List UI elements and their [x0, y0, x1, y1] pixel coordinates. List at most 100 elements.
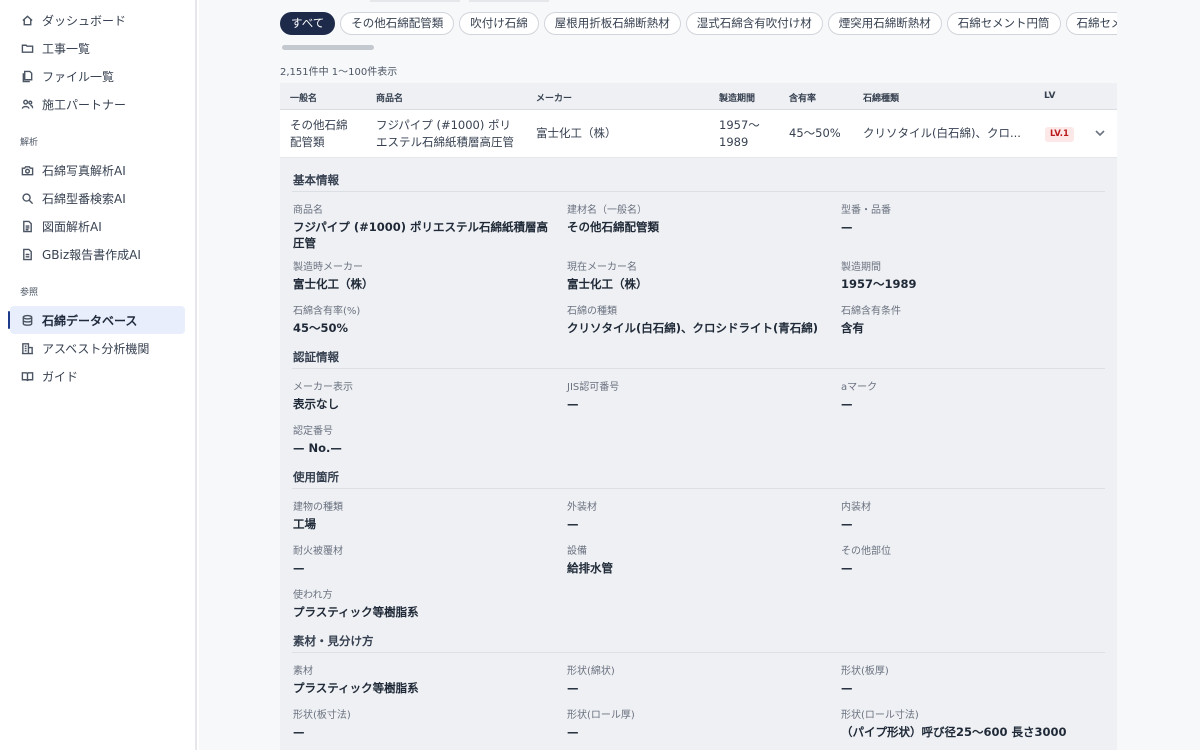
detail-grid-material: 素材 プラスティック等樹脂系 形状(綿状) — 形状(板厚) — 形状(板寸法) — 形状(ロー… — [292, 665, 1105, 750]
col-general-name: 一般名 — [290, 94, 318, 104]
filter-chip[interactable]: 石綿セメ — [1065, 12, 1117, 35]
detail-grid-usage: 建物の種類 工場 外装材 — 内装材 — 耐火被覆材 — 設備 給排水管 その他部位 — 使われ方 プラス… — [292, 501, 1105, 633]
field-label: 形状(板寸法) — [293, 710, 351, 721]
filter-chip[interactable]: 煙突用石綿断熱材 — [827, 12, 942, 35]
filter-chip[interactable]: すべて — [280, 12, 336, 35]
field-value: — — [567, 681, 579, 695]
field-label: 認定番号 — [293, 426, 333, 437]
folder-icon — [20, 41, 34, 55]
sidebar-item-book[interactable]: ガイド — [10, 362, 185, 390]
col-content: 含有率 — [789, 94, 817, 104]
section-title-material: 素材・見分け方 — [292, 633, 1105, 653]
field-label: 建材名（一般名） — [567, 205, 647, 216]
field-label: 製造期間 — [841, 262, 881, 273]
field-label: 外装材 — [567, 502, 597, 513]
field-label: メーカー表示 — [293, 382, 353, 393]
field-value: フジパイプ (#1000) ポリエステル石綿紙積層高圧管 — [293, 220, 548, 250]
lv-badge: LV.1 — [1045, 127, 1074, 142]
detail-field: 形状(綿状) — — [566, 665, 840, 699]
field-label: その他部位 — [841, 546, 891, 557]
field-label: 耐火被覆材 — [293, 546, 343, 557]
filter-chip[interactable]: その他石綿配管類 — [340, 12, 455, 35]
field-label: 建物の種類 — [293, 502, 343, 513]
field-value: 含有 — [841, 321, 864, 335]
sidebar-item-home[interactable]: ダッシュボード — [10, 6, 185, 34]
document-icon — [20, 219, 34, 233]
report-icon — [20, 247, 34, 261]
field-value: — — [841, 681, 853, 695]
top-divider — [370, 0, 460, 2]
sidebar-item-label: アスベスト分析機関 — [42, 341, 150, 356]
field-value: （パイプ形状）呼び径25〜600 長さ3000 — [841, 725, 1067, 739]
scrollbar-thumb[interactable] — [282, 45, 374, 50]
filter-chip[interactable]: 湿式石綿含有吹付け材 — [685, 12, 823, 35]
field-label: aマーク — [841, 382, 878, 393]
field-value: 富士化工（株） — [567, 277, 648, 291]
cell-content: 45〜50% — [789, 126, 841, 140]
sidebar-item-document[interactable]: 図面解析AI — [10, 212, 185, 240]
field-value: — — [567, 517, 579, 531]
result-count: 2,151件中 1〜100件表示 — [280, 67, 398, 78]
sidebar-item-label: 石綿写真解析AI — [42, 163, 126, 178]
detail-field: 建物の種類 工場 — [292, 501, 566, 535]
cell-maker: 富士化工（株） — [536, 126, 617, 140]
sidebar-item-users[interactable]: 施工パートナー — [10, 90, 185, 118]
detail-field: 認定番号 — No.— — [292, 425, 566, 459]
table-row[interactable]: その他石綿 配管類 フジパイプ (#1000) ポリ エステル石綿紙積層高圧管 … — [280, 110, 1117, 158]
chevron-down-icon[interactable] — [1094, 127, 1108, 141]
detail-field: 建材名（一般名） その他石綿配管類 — [566, 204, 840, 251]
asbestos-table: 一般名 商品名 メーカー 製造期間 含有率 石綿種類 LV その他石綿 配管類 … — [280, 83, 1117, 750]
field-value: 1957〜1989 — [841, 277, 917, 291]
search-icon — [20, 191, 34, 205]
col-lv: LV — [1044, 91, 1056, 101]
sidebar-item-label: ダッシュボード — [42, 13, 127, 28]
cell-period: 1957〜 1989 — [719, 118, 760, 149]
field-value: 給排水管 — [567, 561, 613, 575]
section-title-basic: 基本情報 — [292, 172, 1105, 192]
field-value: その他石綿配管類 — [567, 220, 659, 234]
filter-chip[interactable]: 屋根用折板石綿断熱材 — [543, 12, 681, 35]
detail-field: 形状(ロール厚) — — [566, 709, 840, 743]
camera-icon — [20, 163, 34, 177]
detail-field: aマーク — — [840, 381, 1105, 415]
field-value: 工場 — [293, 517, 316, 531]
building-icon — [20, 341, 34, 355]
detail-field: 形状(板厚) — — [840, 665, 1105, 699]
sidebar-item-folder[interactable]: 工事一覧 — [10, 34, 185, 62]
filter-chip[interactable]: 吹付け石綿 — [459, 12, 539, 35]
field-value: — No.— — [293, 441, 342, 455]
detail-field: 現在メーカー名 富士化工（株） — [566, 261, 840, 295]
sidebar-item-files[interactable]: ファイル一覧 — [10, 62, 185, 90]
field-value: 富士化工（株） — [293, 277, 374, 291]
filter-scrollbar[interactable] — [280, 45, 1117, 51]
filter-chip[interactable]: 石綿セメント円筒 — [946, 12, 1061, 35]
field-value: — — [841, 397, 853, 411]
detail-field: 製造時メーカー 富士化工（株） — [292, 261, 566, 295]
field-value: クリソタイル(白石綿)、クロシドライト(青石綿) — [567, 321, 819, 335]
detail-field: 型番・品番 — — [840, 204, 1105, 251]
sidebar-item-report[interactable]: GBiz報告書作成AI — [10, 240, 185, 268]
field-value: — — [293, 561, 305, 575]
field-label: 型番・品番 — [841, 205, 891, 216]
detail-field: 使われ方 プラスティック等樹脂系 — [292, 589, 566, 623]
col-product-name: 商品名 — [376, 94, 404, 104]
detail-field: 商品名 フジパイプ (#1000) ポリエステル石綿紙積層高圧管 — [292, 204, 566, 251]
field-label: 石綿の種類 — [567, 306, 617, 317]
sidebar-item-database[interactable]: 石綿データベース — [8, 306, 185, 334]
field-label: 使われ方 — [293, 590, 333, 601]
field-label: 現在メーカー名 — [567, 262, 637, 273]
field-label: JIS認可番号 — [567, 382, 620, 393]
detail-field: 内装材 — — [840, 501, 1105, 535]
detail-field: 形状(ロール寸法) （パイプ形状）呼び径25〜600 長さ3000 — [840, 709, 1105, 743]
table-header: 一般名 商品名 メーカー 製造期間 含有率 石綿種類 LV — [280, 83, 1117, 110]
sidebar-item-building[interactable]: アスベスト分析機関 — [10, 334, 185, 362]
sidebar-item-label: 施工パートナー — [42, 97, 127, 112]
field-label: 素材 — [293, 666, 313, 677]
detail-field: 素材 プラスティック等樹脂系 — [292, 665, 566, 699]
detail-grid-basic: 商品名 フジパイプ (#1000) ポリエステル石綿紙積層高圧管 建材名（一般名） そ… — [292, 204, 1105, 349]
field-value: — — [567, 725, 579, 739]
sidebar-item-camera[interactable]: 石綿写真解析AI — [10, 156, 185, 184]
files-icon — [20, 69, 34, 83]
sidebar-item-search[interactable]: 石綿型番検索AI — [10, 184, 185, 212]
detail-field: メーカー表示 表示なし — [292, 381, 566, 415]
